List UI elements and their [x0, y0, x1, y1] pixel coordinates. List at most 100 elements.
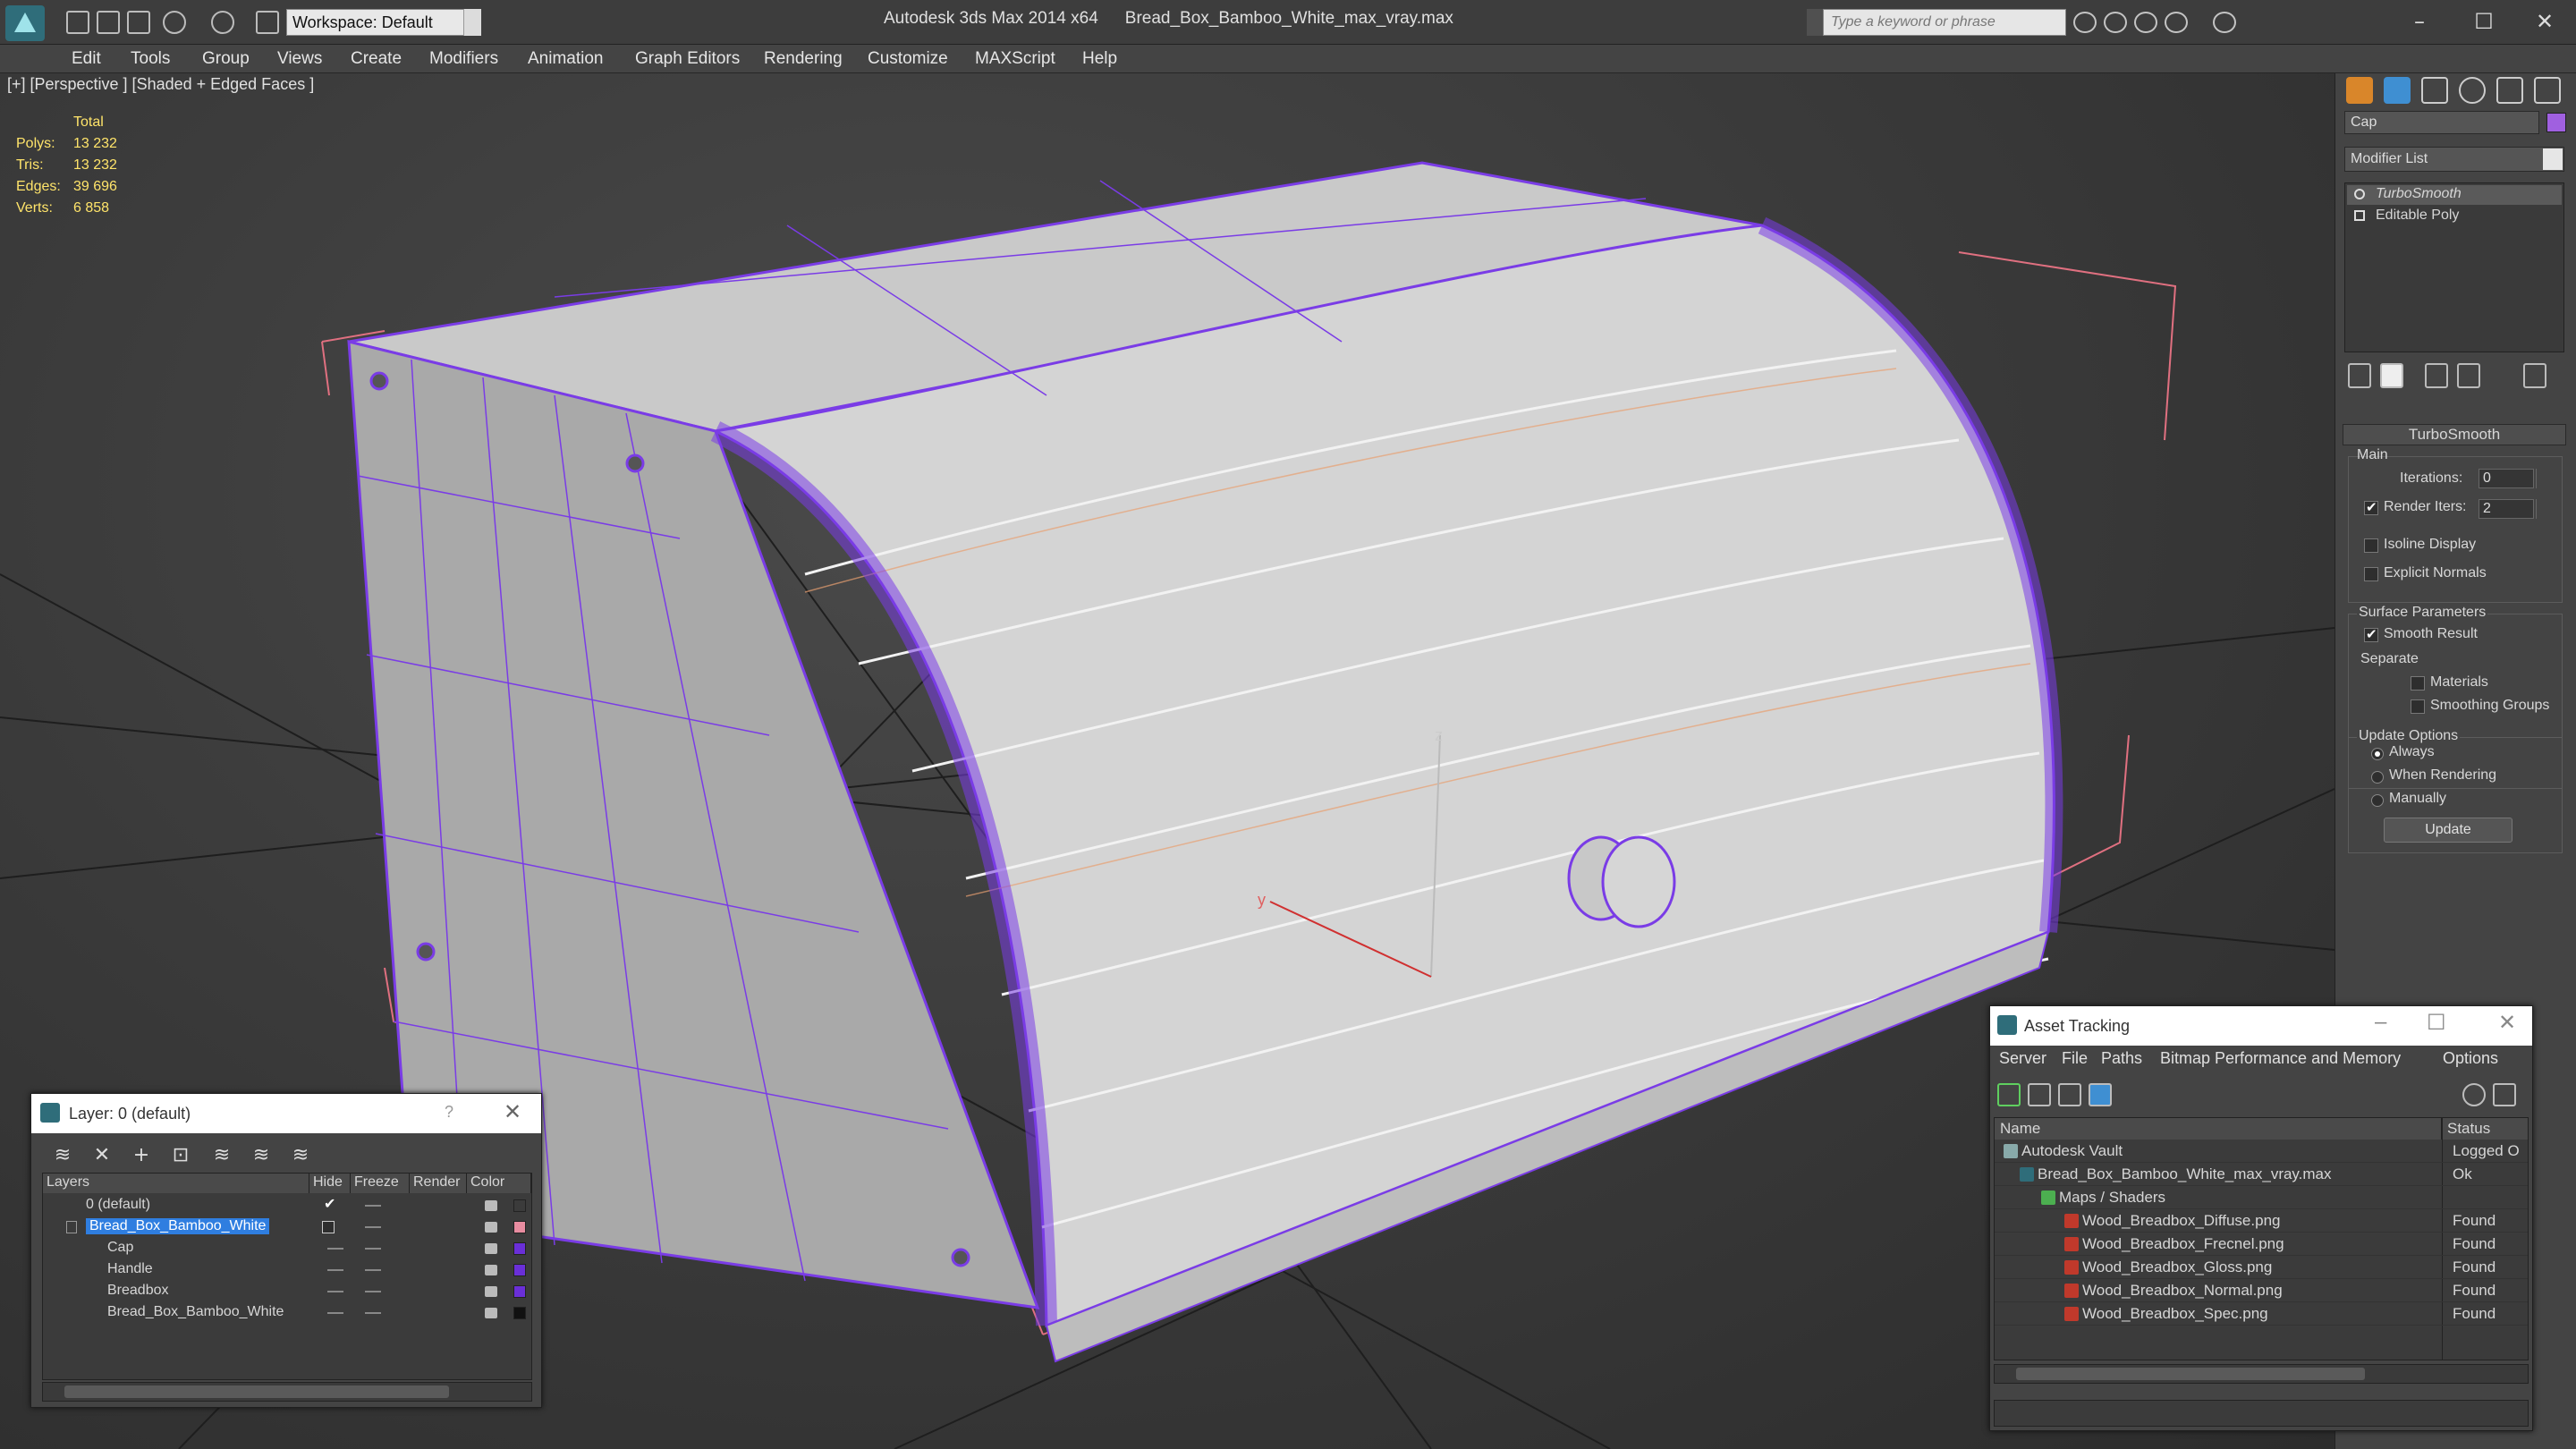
layer-color-swatch[interactable] [513, 1221, 526, 1233]
column-header-freeze[interactable]: Freeze [351, 1174, 410, 1193]
menu-maxscript[interactable]: MAXScript [975, 49, 1055, 69]
table-row[interactable]: Wood_Breadbox_Spec.png Found [1995, 1302, 2528, 1326]
modifier-list-dropdown[interactable]: Modifier List [2344, 147, 2564, 172]
render-toggle-icon[interactable] [485, 1286, 497, 1297]
column-header-color[interactable]: Color [467, 1174, 531, 1193]
communication-icon[interactable] [2134, 12, 2157, 33]
open-file-icon[interactable] [97, 11, 120, 34]
menu-bitmap-performance[interactable]: Bitmap Performance and Memory [2160, 1049, 2401, 1068]
binoculars-icon[interactable] [2073, 12, 2097, 33]
add-layer-icon[interactable]: + [130, 1144, 153, 1167]
column-header-status[interactable]: Status [2442, 1118, 2528, 1140]
horizontal-scrollbar[interactable] [42, 1382, 532, 1402]
hide-checkbox[interactable] [322, 1221, 335, 1233]
minimize-button[interactable]: – [2375, 1010, 2386, 1035]
turbosmooth-rollout-header[interactable]: TurboSmooth [2343, 424, 2566, 445]
close-button[interactable]: ✕ [504, 1099, 521, 1125]
menu-graph-editors[interactable]: Graph Editors [635, 49, 740, 69]
undo-icon[interactable] [163, 11, 186, 34]
menu-edit[interactable]: Edit [72, 49, 101, 69]
create-tab-icon[interactable] [2346, 77, 2373, 104]
menu-group[interactable]: Group [202, 49, 250, 69]
table-row[interactable]: Autodesk Vault Logged O [1995, 1140, 2528, 1163]
select-objects-icon[interactable]: ⊡ [169, 1144, 192, 1167]
menu-modifiers[interactable]: Modifiers [429, 49, 498, 69]
render-toggle-icon[interactable] [485, 1243, 497, 1254]
iterations-spinner[interactable]: 0 [2479, 469, 2534, 488]
render-iters-checkbox[interactable] [2364, 499, 2378, 515]
close-button[interactable]: ✕ [2498, 1010, 2516, 1036]
new-file-icon[interactable] [66, 11, 89, 34]
help-icon[interactable] [2213, 12, 2236, 33]
column-header-hide[interactable]: Hide [309, 1174, 351, 1193]
pin-stack-icon[interactable] [2348, 363, 2371, 388]
freeze-toggle[interactable] [365, 1226, 381, 1228]
render-toggle-icon[interactable] [485, 1222, 497, 1233]
render-iters-spinner[interactable]: 2 [2479, 499, 2534, 519]
menu-animation[interactable]: Animation [528, 49, 604, 69]
table-row[interactable]: Wood_Breadbox_Frecnel.png Found [1995, 1233, 2528, 1256]
object-name-field[interactable]: Cap [2344, 111, 2539, 134]
menu-paths[interactable]: Paths [2101, 1049, 2142, 1068]
menu-rendering[interactable]: Rendering [764, 49, 843, 69]
configure-sets-icon[interactable] [2523, 363, 2546, 388]
settings-icon[interactable] [2493, 1083, 2516, 1106]
stack-item-editable-poly[interactable]: Editable Poly [2347, 207, 2562, 226]
make-unique-icon[interactable] [2425, 363, 2448, 388]
spinner-arrows-icon[interactable] [2536, 499, 2546, 519]
refresh-icon[interactable] [1997, 1083, 2021, 1106]
menu-help[interactable]: Help [1082, 49, 1117, 69]
layer-color-swatch[interactable] [513, 1307, 526, 1319]
spinner-arrows-icon[interactable] [2536, 469, 2546, 488]
grid-view-icon[interactable] [2089, 1083, 2112, 1106]
layer-color-swatch[interactable] [513, 1242, 526, 1255]
layer-color-swatch[interactable] [513, 1264, 526, 1276]
menu-options[interactable]: Options [2443, 1049, 2498, 1068]
smooth-result-checkbox[interactable] [2364, 626, 2378, 642]
isoline-display-checkbox[interactable] [2364, 538, 2378, 553]
table-row[interactable]: Handle [43, 1259, 531, 1281]
favorites-star-icon[interactable] [2165, 12, 2188, 33]
workspace-select[interactable]: Workspace: Default [286, 9, 481, 36]
delete-layer-icon[interactable]: ✕ [90, 1144, 114, 1167]
freeze-toggle[interactable] [365, 1248, 381, 1250]
menu-create[interactable]: Create [351, 49, 402, 69]
update-when-rendering-radio[interactable] [2371, 771, 2384, 784]
chevron-down-icon[interactable] [2543, 148, 2563, 170]
explicit-normals-checkbox[interactable] [2364, 567, 2378, 581]
materials-checkbox[interactable] [2411, 676, 2425, 691]
table-row[interactable]: Bread_Box_Bamboo_White_max_vray.max Ok [1995, 1163, 2528, 1186]
menu-customize[interactable]: Customize [868, 49, 948, 69]
table-row[interactable]: 0 (default) ✔ [43, 1195, 531, 1216]
expand-toggle-icon[interactable] [66, 1221, 77, 1233]
table-row[interactable]: Maps / Shaders [1995, 1186, 2528, 1209]
update-button[interactable]: Update [2384, 818, 2512, 843]
hide-toggle[interactable] [327, 1291, 343, 1292]
project-folder-icon[interactable] [256, 11, 279, 34]
app-logo-icon[interactable] [5, 5, 45, 41]
save-file-icon[interactable] [127, 11, 150, 34]
freeze-toggle[interactable] [365, 1312, 381, 1314]
hierarchy-tab-icon[interactable] [2421, 77, 2448, 104]
scrollbar-thumb[interactable] [64, 1385, 449, 1398]
column-header-layers[interactable]: Layers [43, 1174, 309, 1193]
hide-all-icon[interactable]: ≋ [250, 1144, 273, 1167]
menu-file[interactable]: File [2062, 1049, 2088, 1068]
minimize-button[interactable]: – [2399, 5, 2440, 38]
layer-color-swatch[interactable] [513, 1285, 526, 1298]
expand-box-icon[interactable] [2354, 210, 2365, 221]
layer-panel-titlebar[interactable]: Layer: 0 (default) ? ✕ [31, 1094, 541, 1133]
hide-toggle[interactable] [327, 1248, 343, 1250]
subscription-icon[interactable] [2104, 12, 2127, 33]
hide-toggle[interactable] [327, 1269, 343, 1271]
render-toggle-icon[interactable] [485, 1308, 497, 1318]
redo-icon[interactable] [211, 11, 234, 34]
scrollbar-thumb[interactable] [2016, 1368, 2365, 1380]
update-always-radio[interactable] [2371, 748, 2384, 760]
hide-toggle[interactable] [327, 1312, 343, 1314]
maximize-button[interactable]: ☐ [2463, 5, 2504, 38]
horizontal-scrollbar[interactable] [1994, 1364, 2529, 1384]
search-expand-icon[interactable] [1807, 9, 1823, 36]
render-toggle-icon[interactable] [485, 1200, 497, 1211]
asset-panel-titlebar[interactable]: Asset Tracking – ☐ ✕ [1990, 1006, 2532, 1046]
